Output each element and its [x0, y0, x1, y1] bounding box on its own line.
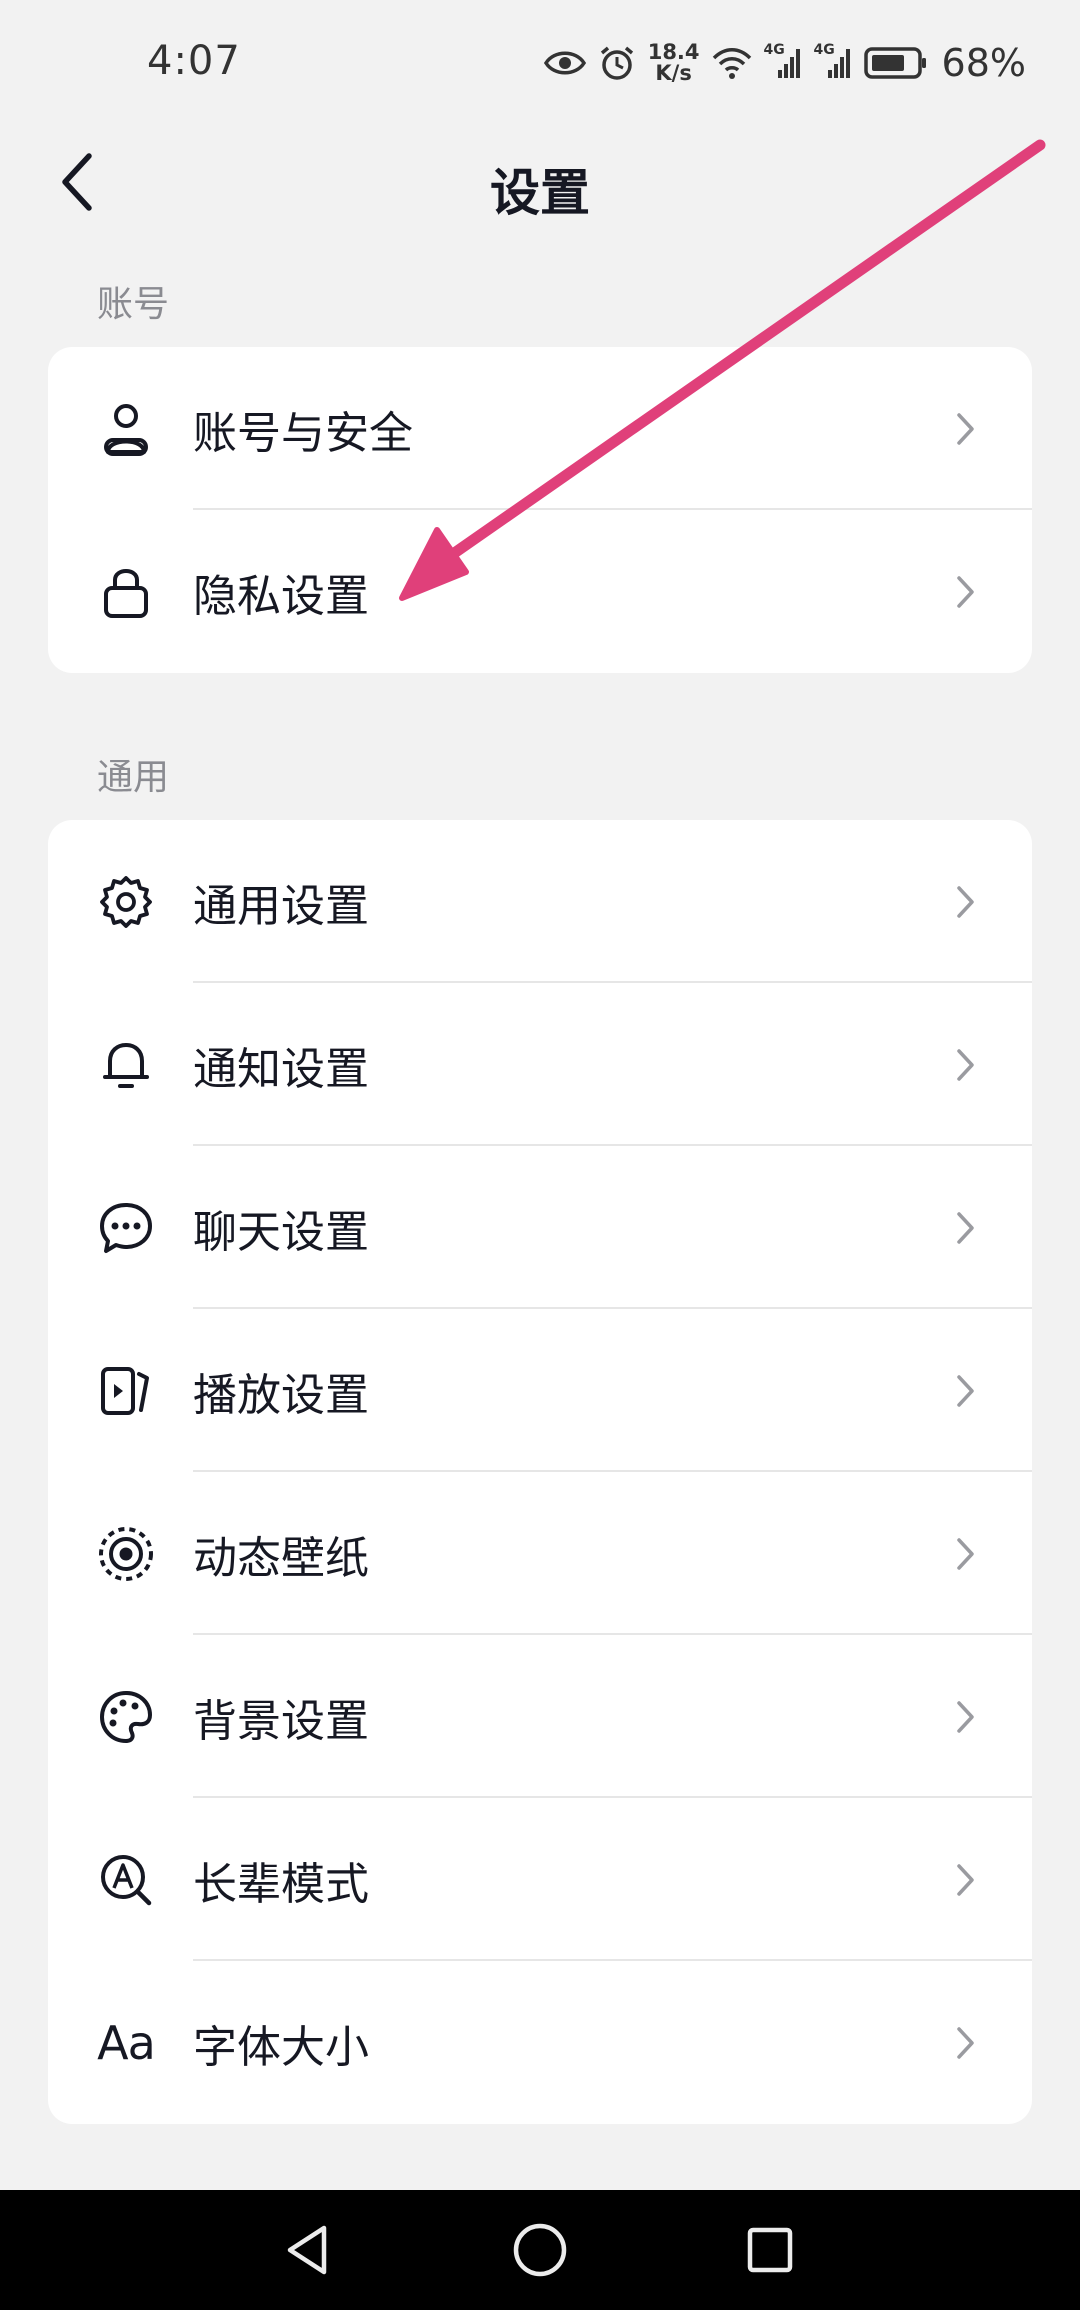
settings-item-label: 背景设置	[193, 1695, 369, 1747]
wifi-icon	[712, 46, 752, 80]
font-size-icon-text: Aa	[97, 2015, 156, 2070]
account-card: 账号与安全 隐私设置	[48, 347, 1032, 673]
chat-bubble-icon	[96, 1198, 156, 1258]
page-title: 设置	[490, 164, 590, 222]
speed-unit: K/s	[655, 61, 692, 85]
settings-item-label: 隐私设置	[193, 570, 369, 622]
settings-item-background[interactable]: 背景设置	[48, 1635, 1032, 1798]
battery-icon	[863, 46, 928, 80]
settings-item-label: 账号与安全	[193, 407, 413, 459]
chevron-right-icon	[957, 1374, 974, 1407]
settings-item-label: 通知设置	[193, 1043, 369, 1095]
section-title-account: 账号	[97, 284, 170, 325]
settings-item-notification[interactable]: 通知设置	[48, 983, 1032, 1146]
system-recents-button[interactable]	[738, 2218, 802, 2282]
lock-icon	[96, 562, 156, 622]
settings-item-chat[interactable]: 聊天设置	[48, 1146, 1032, 1309]
system-nav-bar	[0, 2190, 1080, 2310]
signal-icon-2: 4G	[814, 42, 852, 80]
settings-item-label: 通用设置	[193, 880, 369, 932]
status-time: 4:07	[147, 38, 241, 84]
gear-icon	[96, 872, 156, 932]
square-recents-icon	[747, 2227, 793, 2273]
chevron-right-icon	[957, 1211, 974, 1244]
settings-item-label: 聊天设置	[193, 1206, 369, 1258]
elder-mode-icon	[96, 1850, 156, 1910]
settings-item-elder-mode[interactable]: 长辈模式	[48, 1798, 1032, 1961]
dynamic-wallpaper-icon	[96, 1524, 156, 1584]
status-icons: 18.4 K/s 4G 4G 68%	[543, 38, 1026, 88]
circle-home-icon	[513, 2223, 567, 2277]
signal-icon-1: 4G	[764, 42, 802, 80]
chevron-right-icon	[957, 575, 974, 608]
settings-item-general[interactable]: 通用设置	[48, 820, 1032, 983]
chevron-right-icon	[957, 1863, 974, 1896]
user-icon	[96, 399, 156, 459]
font-size-icon: Aa	[96, 2013, 156, 2073]
battery-percent: 68%	[941, 41, 1026, 85]
play-card-icon	[96, 1361, 156, 1421]
settings-item-label: 播放设置	[193, 1369, 369, 1421]
header: 设置	[0, 125, 1080, 240]
chevron-right-icon	[957, 885, 974, 918]
settings-item-label: 字体大小	[193, 2021, 369, 2073]
system-home-button[interactable]	[508, 2218, 572, 2282]
palette-icon	[96, 1687, 156, 1747]
network-speed: 18.4 K/s	[648, 42, 700, 84]
settings-item-label: 动态壁纸	[193, 1532, 369, 1584]
settings-item-label: 长辈模式	[193, 1858, 369, 1910]
eye-icon	[543, 48, 586, 78]
settings-item-privacy[interactable]: 隐私设置	[48, 510, 1032, 673]
chevron-right-icon	[957, 1048, 974, 1081]
triangle-back-icon	[287, 2225, 327, 2275]
settings-item-dynamic-wallpaper[interactable]: 动态壁纸	[48, 1472, 1032, 1635]
alarm-icon	[598, 44, 636, 82]
general-card: 通用设置 通知设置 聊天设置 播放设置 动态壁纸 背景设置 长辈模式 Aa 字体…	[48, 820, 1032, 2124]
settings-item-account-security[interactable]: 账号与安全	[48, 347, 1032, 510]
chevron-right-icon	[957, 1700, 974, 1733]
chevron-right-icon	[957, 1537, 974, 1570]
chevron-right-icon	[957, 412, 974, 445]
section-title-general: 通用	[97, 757, 170, 798]
chevron-right-icon	[957, 2026, 974, 2059]
settings-item-playback[interactable]: 播放设置	[48, 1309, 1032, 1472]
speed-value: 18.4	[647, 40, 700, 64]
bell-icon	[96, 1035, 156, 1095]
status-bar: 4:07 18.4 K/s 4G 4G 68%	[0, 0, 1080, 125]
settings-item-font-size[interactable]: Aa 字体大小	[48, 1961, 1032, 2124]
system-back-button[interactable]	[276, 2218, 340, 2282]
